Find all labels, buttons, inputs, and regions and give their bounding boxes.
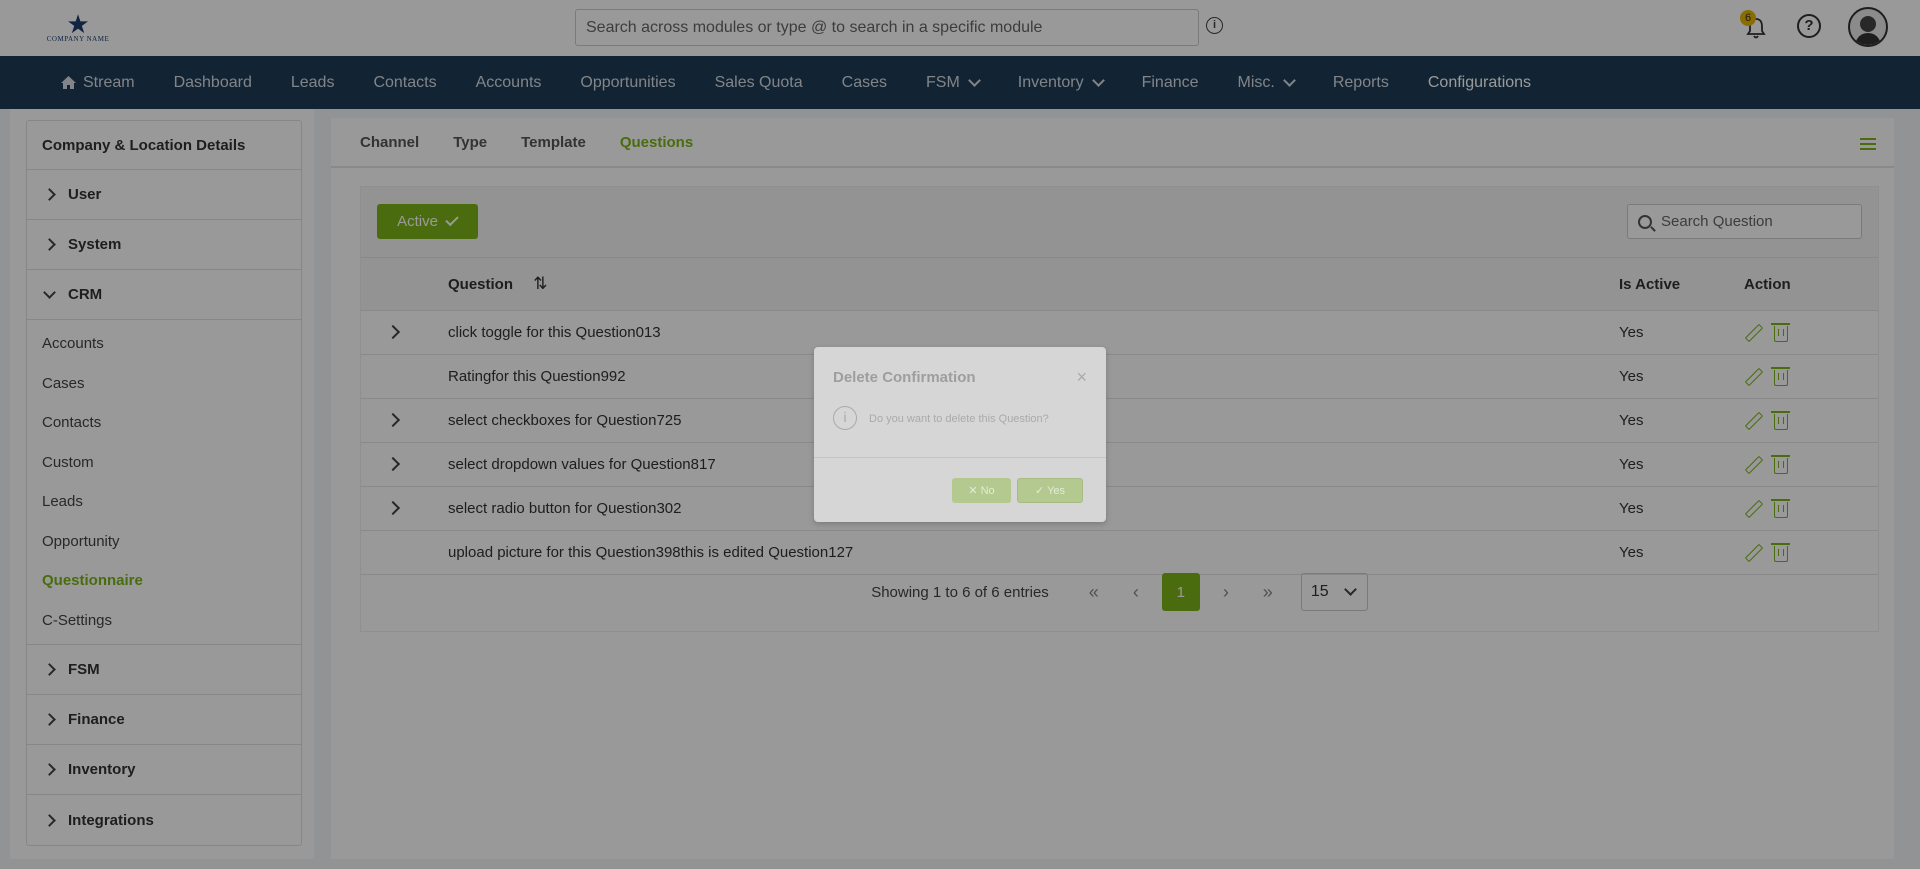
no-button[interactable]: ✕ No [952, 478, 1011, 503]
yes-button[interactable]: ✓ Yes [1017, 478, 1083, 503]
delete-confirmation-dialog: Delete Confirmation × i Do you want to d… [814, 347, 1106, 522]
yes-button-label: Yes [1047, 485, 1066, 497]
dialog-message: Do you want to delete this Question? [869, 413, 1049, 425]
info-icon: i [833, 406, 857, 430]
dialog-divider [814, 457, 1106, 458]
no-button-label: No [980, 485, 995, 497]
dialog-title: Delete Confirmation [833, 369, 976, 386]
close-icon[interactable]: × [1076, 367, 1087, 388]
